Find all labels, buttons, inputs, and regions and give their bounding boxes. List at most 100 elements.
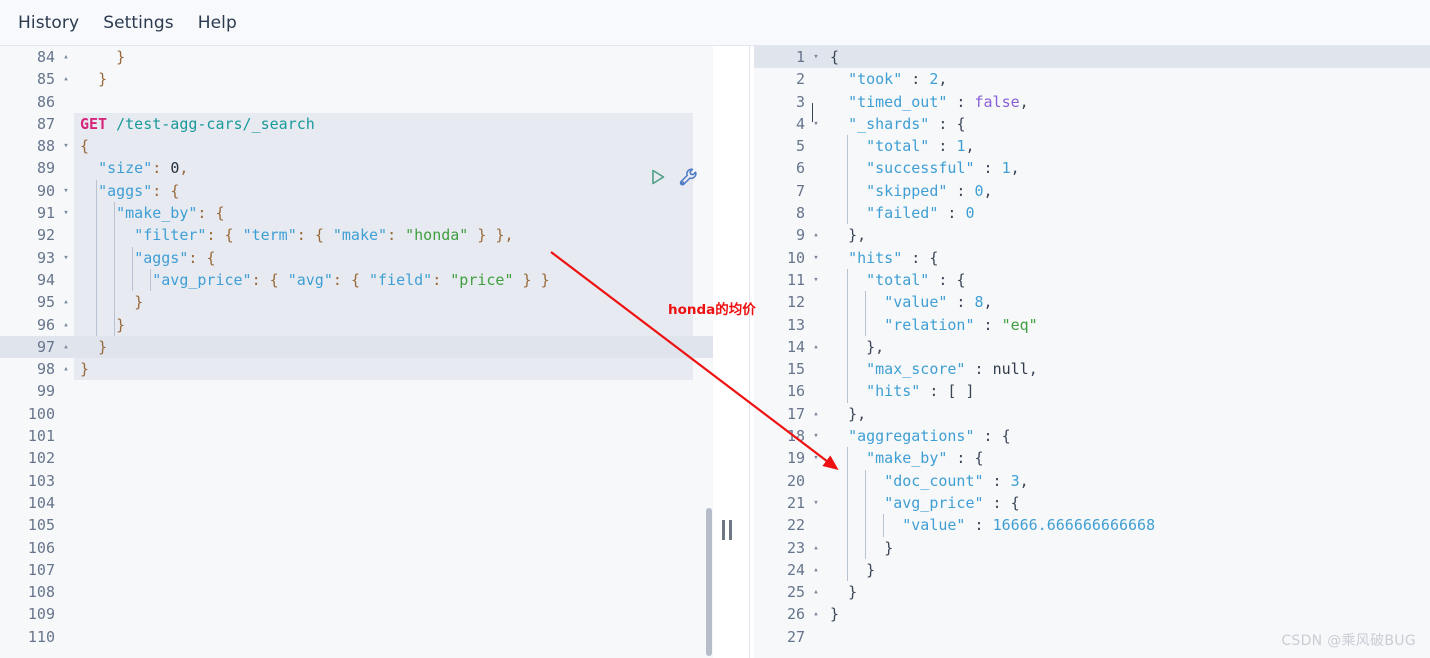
fold-toggle-icon[interactable]	[808, 559, 824, 581]
code-line[interactable]: 24 }	[754, 559, 1430, 581]
fold-toggle-icon[interactable]	[808, 46, 824, 68]
code-line[interactable]: 84 }	[0, 46, 713, 68]
response-pane[interactable]: 1{2 "took" : 2,3 "timed_out" : false,4 "…	[754, 46, 1430, 658]
code-line[interactable]: 23 }	[754, 537, 1430, 559]
code-line[interactable]: 25 }	[754, 581, 1430, 603]
code-line[interactable]: 8 "failed" : 0	[754, 202, 1430, 224]
fold-toggle-icon[interactable]	[58, 358, 74, 380]
code-line[interactable]: 90 "aggs": {	[0, 180, 713, 202]
response-code-area[interactable]: 1{2 "took" : 2,3 "timed_out" : false,4 "…	[754, 46, 1430, 658]
fold-toggle-icon[interactable]	[808, 224, 824, 246]
code-line[interactable]: 13 "relation" : "eq"	[754, 314, 1430, 336]
fold-toggle-icon[interactable]	[808, 403, 824, 425]
request-vertical-scrollbar[interactable]	[706, 508, 712, 656]
code-line[interactable]: 97 }	[0, 335, 713, 359]
pane-resize-handle[interactable]	[722, 520, 732, 540]
fold-toggle-icon[interactable]	[58, 314, 74, 336]
code-line[interactable]: 3 "timed_out" : false,	[754, 91, 1430, 113]
code-line[interactable]: 103	[0, 470, 713, 492]
code-line[interactable]: 1{	[754, 46, 1430, 69]
request-code-area[interactable]: 84 }85 }86 87GET /test-agg-cars/_search8…	[0, 46, 713, 658]
code-line[interactable]: 16 "hits" : [ ]	[754, 380, 1430, 402]
code-line[interactable]: 88 {	[0, 135, 713, 157]
fold-toggle-icon[interactable]	[58, 202, 74, 224]
fold-toggle-icon[interactable]	[58, 46, 74, 68]
code-line[interactable]: 105	[0, 514, 713, 536]
code-line[interactable]: 20 "doc_count" : 3,	[754, 470, 1430, 492]
code-line[interactable]: 26}	[754, 603, 1430, 625]
code-line[interactable]: 7 "skipped" : 0,	[754, 180, 1430, 202]
fold-toggle-icon[interactable]	[808, 537, 824, 559]
code-line[interactable]: 14 },	[754, 336, 1430, 358]
code-line[interactable]: 2 "took" : 2,	[754, 68, 1430, 90]
line-number: 14	[786, 337, 805, 356]
fold-toggle-icon[interactable]	[808, 269, 824, 291]
code-line[interactable]: 93 "aggs": {	[0, 247, 713, 269]
fold-toggle-icon[interactable]	[808, 247, 824, 269]
code-line[interactable]: 99	[0, 380, 713, 402]
code-line[interactable]: 22 "value" : 16666.666666666668	[754, 514, 1430, 536]
line-number: 27	[786, 627, 805, 646]
code-line[interactable]: 15 "max_score" : null,	[754, 358, 1430, 380]
code-line[interactable]: 5 "total" : 1,	[754, 135, 1430, 157]
code-line[interactable]: 95 }	[0, 291, 713, 313]
play-icon[interactable]	[648, 167, 668, 187]
code-line[interactable]: 106	[0, 537, 713, 559]
code-line[interactable]: 109	[0, 603, 713, 625]
fold-toggle-icon[interactable]	[808, 603, 824, 625]
line-number: 13	[786, 315, 805, 334]
code-line[interactable]: 107	[0, 559, 713, 581]
code-line-text: GET /test-agg-cars/_search	[80, 114, 315, 133]
pane-resizer-zone[interactable]	[713, 46, 754, 658]
code-line[interactable]: 12 "value" : 8,	[754, 291, 1430, 313]
code-line[interactable]: 89 "size": 0,	[0, 157, 713, 179]
wrench-icon[interactable]	[678, 167, 700, 187]
fold-toggle-icon[interactable]	[808, 425, 824, 447]
menu-item-settings[interactable]: Settings	[91, 9, 186, 37]
code-line[interactable]: 108	[0, 581, 713, 603]
code-line[interactable]: 100	[0, 403, 713, 425]
code-line[interactable]: 87 GET /test-agg-cars/_search	[0, 113, 713, 135]
code-line[interactable]: 4 "_shards" : {	[754, 113, 1430, 135]
code-line[interactable]: 92 "filter": { "term": { "make": "honda"…	[0, 224, 713, 246]
fold-toggle-icon[interactable]	[58, 68, 74, 90]
code-line[interactable]: 10 "hits" : {	[754, 247, 1430, 269]
request-pane[interactable]: 84 }85 }86 87GET /test-agg-cars/_search8…	[0, 46, 713, 658]
line-number: 3	[795, 92, 805, 111]
code-line[interactable]: 11 "total" : {	[754, 269, 1430, 291]
code-line[interactable]: 19 "make_by" : {	[754, 447, 1430, 469]
fold-toggle-icon[interactable]	[58, 135, 74, 157]
code-line[interactable]: 91 "make_by": {	[0, 202, 713, 224]
code-line[interactable]: 18 "aggregations" : {	[754, 425, 1430, 447]
fold-toggle-icon[interactable]	[808, 447, 824, 469]
menu-item-history[interactable]: History	[6, 9, 91, 37]
code-line-text: }	[116, 315, 126, 334]
code-line[interactable]: 85 }	[0, 68, 713, 90]
line-number: 89	[36, 159, 55, 178]
code-line[interactable]: 98}	[0, 358, 713, 380]
fold-toggle-icon[interactable]	[58, 247, 74, 269]
fold-toggle-icon[interactable]	[808, 492, 824, 514]
code-line[interactable]: 86	[0, 91, 713, 113]
code-line[interactable]: 96 }	[0, 314, 713, 336]
code-line[interactable]: 104	[0, 492, 713, 514]
code-line[interactable]: 102	[0, 447, 713, 469]
fold-toggle-icon[interactable]	[58, 291, 74, 313]
code-line[interactable]: 94 "avg_price": { "avg": { "field": "pri…	[0, 269, 713, 291]
code-line[interactable]: 6 "successful" : 1,	[754, 157, 1430, 179]
fold-toggle-icon[interactable]	[808, 336, 824, 358]
code-line[interactable]: 110	[0, 626, 713, 648]
code-line[interactable]: 101	[0, 425, 713, 447]
fold-toggle-icon[interactable]	[58, 180, 74, 202]
fold-toggle-icon[interactable]	[808, 113, 824, 135]
code-line[interactable]: 21 "avg_price" : {	[754, 492, 1430, 514]
code-line[interactable]: 17 },	[754, 403, 1430, 425]
fold-toggle-icon[interactable]	[808, 581, 824, 603]
line-number: 95	[36, 293, 55, 312]
fold-toggle-icon[interactable]	[58, 336, 74, 358]
line-number: 110	[27, 627, 55, 646]
menu-item-help[interactable]: Help	[186, 9, 249, 37]
code-line[interactable]: 9 },	[754, 224, 1430, 246]
